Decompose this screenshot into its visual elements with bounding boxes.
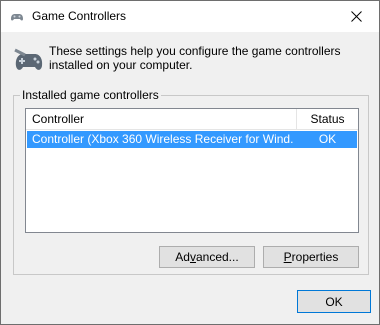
advanced-button[interactable]: Ad v anced... <box>159 246 255 268</box>
ok-button[interactable]: OK <box>297 290 371 313</box>
controller-list[interactable]: Controller Status Controller (Xbox 360 W… <box>25 108 359 233</box>
properties-button[interactable]: Properties <box>263 246 359 268</box>
controller-name: Controller (Xbox 360 Wireless Receiver f… <box>32 132 294 146</box>
column-header-status[interactable]: Status <box>297 112 358 126</box>
close-button[interactable] <box>333 1 379 32</box>
close-icon <box>350 11 362 22</box>
column-header-controller[interactable]: Controller <box>32 112 84 126</box>
title-bar[interactable]: Game Controllers <box>1 1 379 32</box>
game-controllers-window: Game Controllers These settings help you… <box>0 0 380 325</box>
advanced-label-suffix: anced... <box>195 250 239 264</box>
gamepad-icon <box>11 14 23 21</box>
group-legend: Installed game controllers <box>20 88 161 102</box>
window-title: Game Controllers <box>32 9 127 23</box>
gamepad-icon <box>14 48 43 70</box>
list-header: Controller Status <box>26 109 358 130</box>
properties-label-accel: P <box>283 250 292 264</box>
info-description: These settings help you configure the ga… <box>49 44 341 72</box>
properties-label-suffix: roperties <box>291 250 339 264</box>
list-item[interactable]: Controller (Xbox 360 Wireless Receiver f… <box>27 131 357 148</box>
controller-status: OK <box>318 132 337 146</box>
advanced-label-prefix: Ad <box>175 250 190 264</box>
